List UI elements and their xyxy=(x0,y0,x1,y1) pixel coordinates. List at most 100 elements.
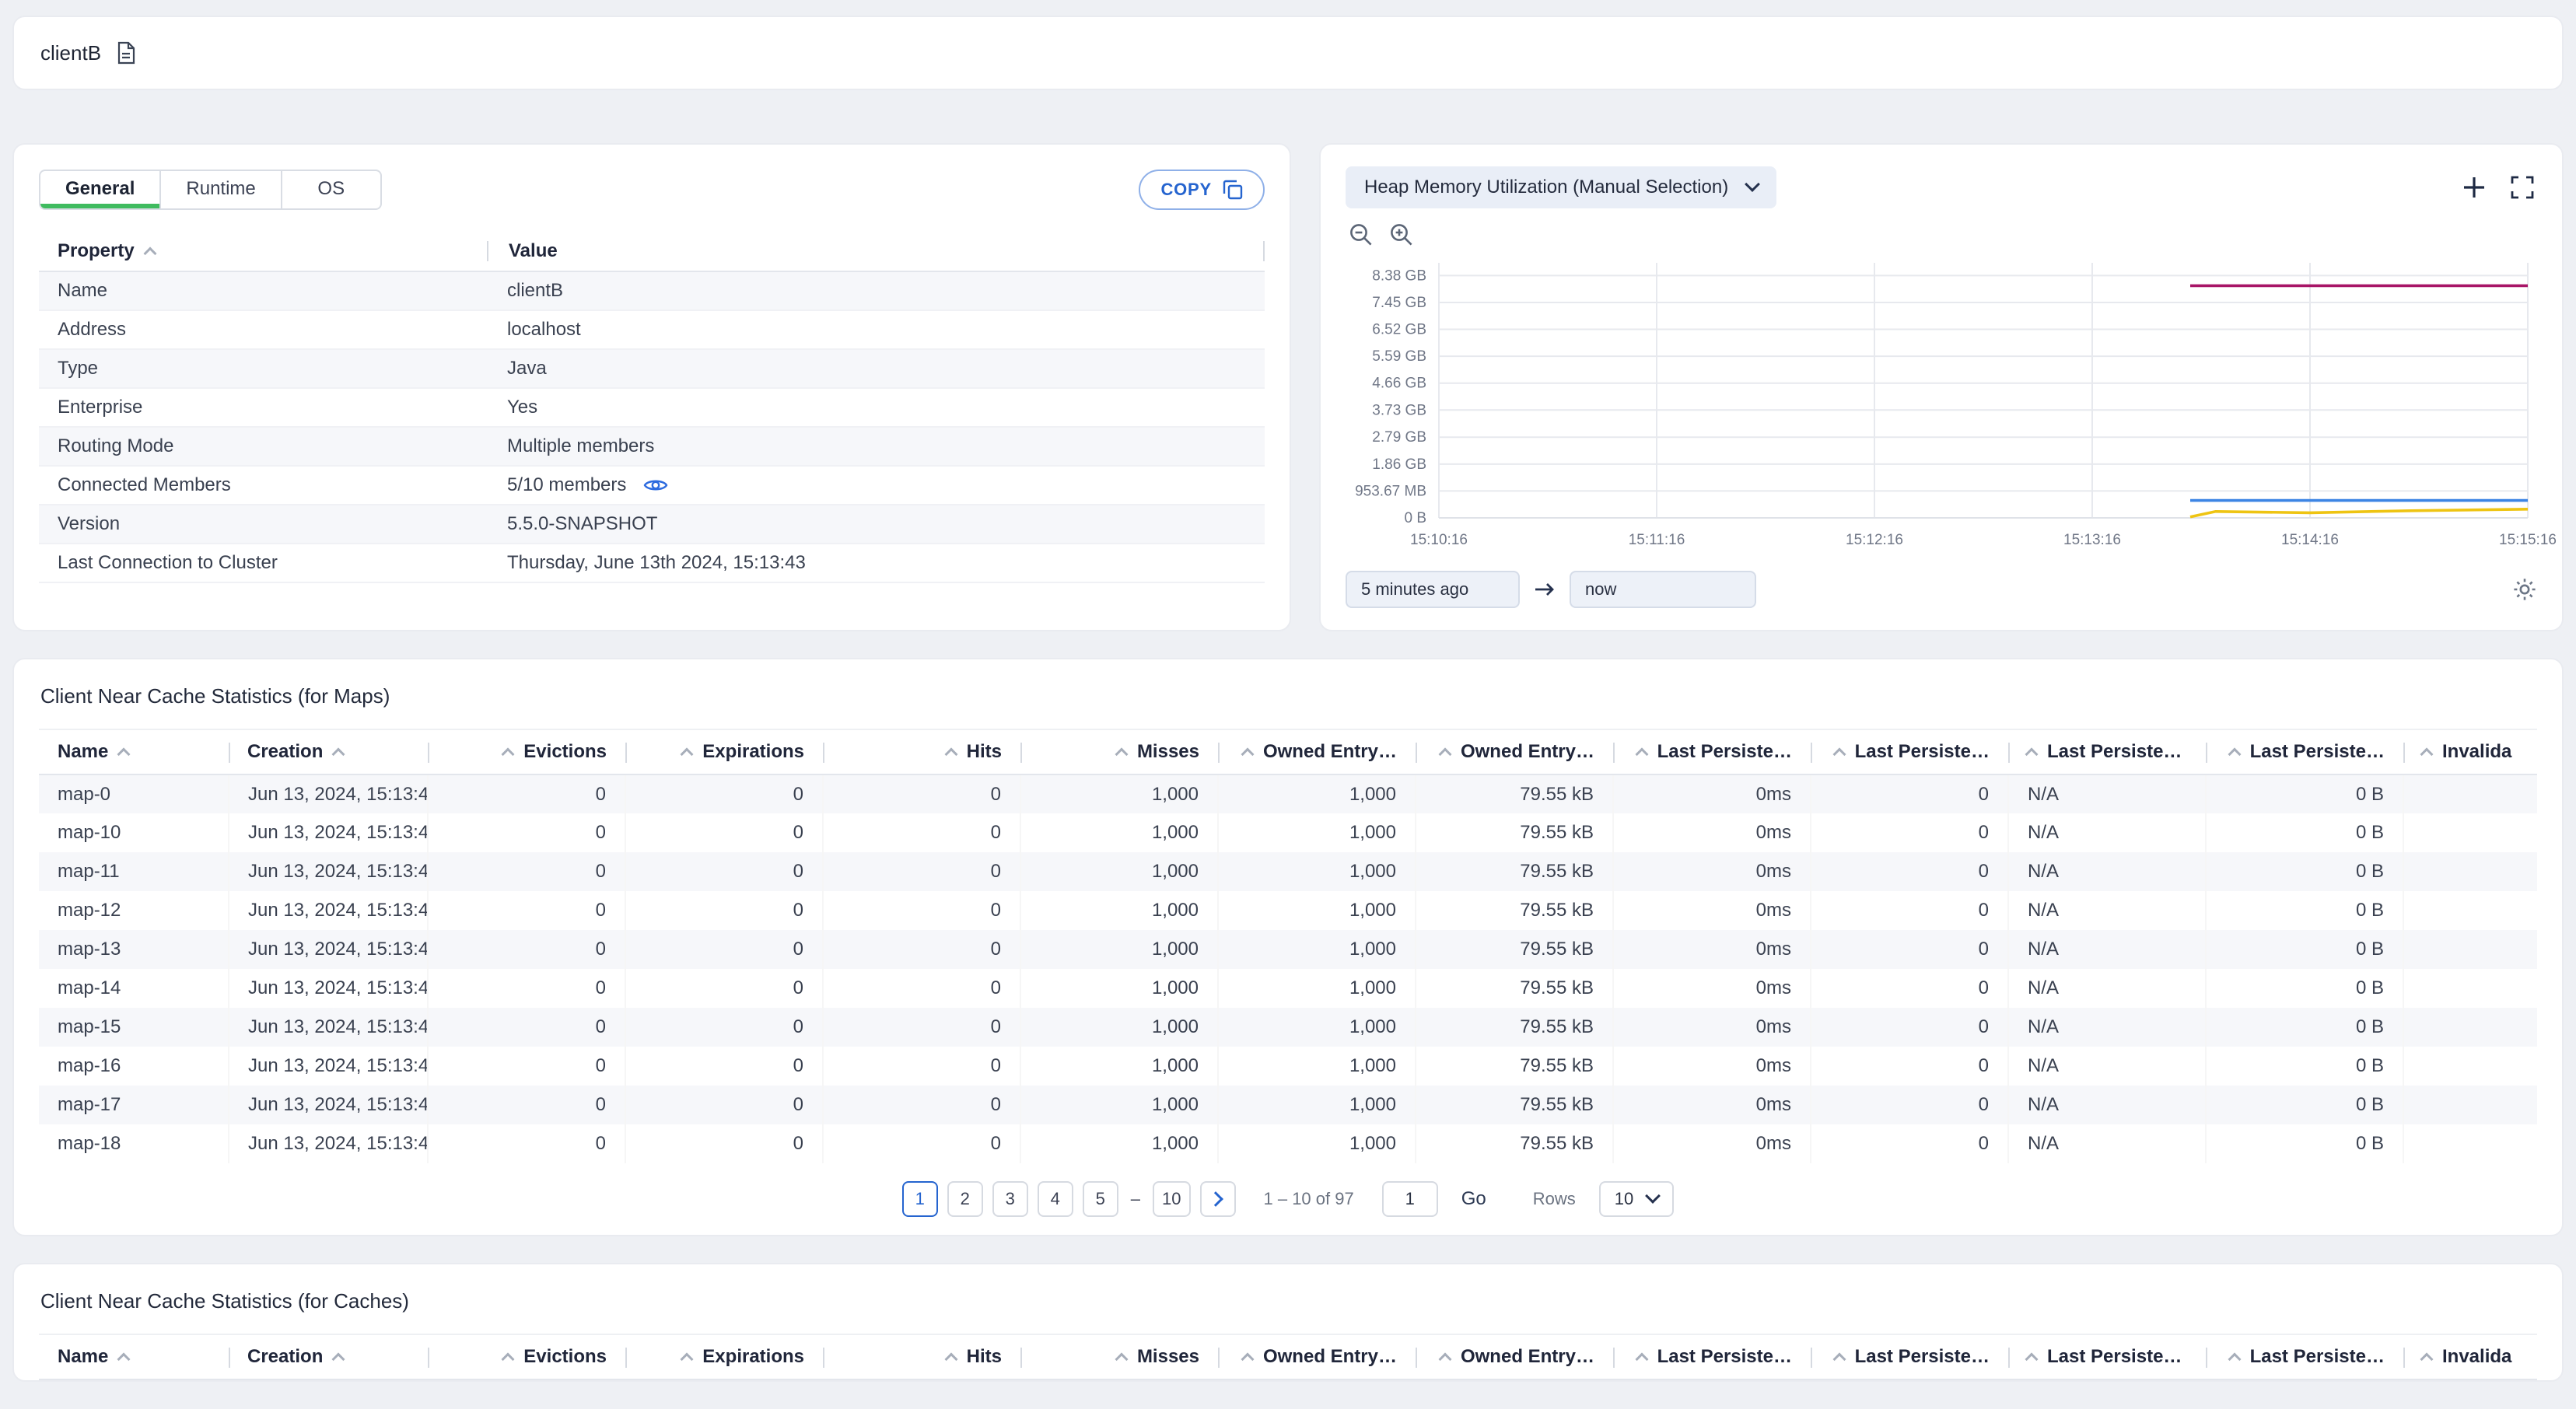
column-header[interactable]: Last Persiste… xyxy=(2206,1334,2403,1380)
table-cell: map-14 xyxy=(58,977,121,998)
table-cell: 0ms xyxy=(1613,891,1811,930)
time-to-input[interactable] xyxy=(1570,571,1756,608)
svg-text:6.52 GB: 6.52 GB xyxy=(1372,322,1426,338)
chart-settings-gear-icon[interactable] xyxy=(2512,577,2537,602)
page-button-10[interactable]: 10 xyxy=(1153,1181,1191,1217)
table-cell: 0 xyxy=(823,930,1020,969)
details-tab-group: General Runtime OS xyxy=(39,170,382,210)
value-column-header: Value xyxy=(488,240,1265,262)
fullscreen-icon[interactable] xyxy=(2511,176,2534,199)
view-connected-members-eye-icon[interactable] xyxy=(643,477,668,494)
svg-text:4.66 GB: 4.66 GB xyxy=(1372,376,1426,392)
column-header[interactable]: Expirations xyxy=(625,729,823,775)
column-header[interactable]: Creation xyxy=(229,1334,428,1380)
column-header[interactable]: Name xyxy=(39,1334,229,1380)
table-cell: 0 B xyxy=(2206,930,2403,969)
add-chart-icon[interactable] xyxy=(2462,176,2486,199)
svg-text:15:13:16: 15:13:16 xyxy=(2063,532,2121,548)
property-name: Type xyxy=(58,358,99,379)
column-header[interactable]: Last Persiste… xyxy=(2008,729,2206,775)
column-header[interactable]: Creation xyxy=(229,729,428,775)
tab-general[interactable]: General xyxy=(40,171,159,208)
table-cell: N/A xyxy=(2008,774,2206,813)
go-button[interactable]: Go xyxy=(1461,1188,1486,1210)
table-cell: 0 xyxy=(823,774,1020,813)
table-cell: 79.55 kB xyxy=(1416,891,1613,930)
column-header[interactable]: Owned Entry… xyxy=(1416,729,1613,775)
copy-button[interactable]: COPY xyxy=(1139,170,1265,210)
page-button-2[interactable]: 2 xyxy=(947,1181,983,1217)
column-header-label: Owned Entry… xyxy=(1460,1346,1594,1367)
page-button-1[interactable]: 1 xyxy=(901,1181,938,1217)
document-icon[interactable] xyxy=(115,41,137,65)
metric-select[interactable]: Heap Memory Utilization (Manual Selectio… xyxy=(1346,166,1777,208)
column-header[interactable]: Expirations xyxy=(625,1334,823,1380)
column-header[interactable]: Evictions xyxy=(428,729,625,775)
column-header[interactable]: Misses xyxy=(1020,729,1218,775)
column-header-label: Creation xyxy=(247,1346,324,1367)
tab-os[interactable]: OS xyxy=(280,171,380,208)
svg-text:3.73 GB: 3.73 GB xyxy=(1372,402,1426,418)
property-column-header[interactable]: Property xyxy=(39,240,487,262)
column-header-label: Last Persiste… xyxy=(1854,1346,1990,1367)
table-cell: 0ms xyxy=(1613,1008,1811,1047)
sort-caret-icon xyxy=(1832,747,1846,761)
table-cell: 0 xyxy=(1811,1008,2008,1047)
table-cell: N/A xyxy=(2008,852,2206,891)
property-name: Connected Members xyxy=(58,474,231,495)
column-header[interactable]: Last Persiste… xyxy=(1811,1334,2008,1380)
column-header[interactable]: Owned Entry… xyxy=(1218,729,1416,775)
column-header-label: Last Persiste… xyxy=(1657,1346,1792,1367)
table-cell: map-11 xyxy=(58,861,120,882)
column-header-label: Invalida xyxy=(2442,741,2512,762)
page-button-3[interactable]: 3 xyxy=(992,1181,1028,1217)
column-header[interactable]: Owned Entry… xyxy=(1416,1334,1613,1380)
svg-text:15:15:16: 15:15:16 xyxy=(2499,532,2557,548)
column-header[interactable]: Name xyxy=(39,729,229,775)
table-cell: 0 xyxy=(823,969,1020,1008)
time-from-input[interactable] xyxy=(1346,571,1520,608)
table-cell: 0 B xyxy=(2206,1086,2403,1124)
table-cell: 0 xyxy=(428,1008,625,1047)
rows-per-page-select[interactable]: 10 xyxy=(1598,1181,1675,1217)
sort-caret-icon xyxy=(331,747,345,761)
table-cell: 0ms xyxy=(1613,774,1811,813)
zoom-out-icon[interactable] xyxy=(1349,222,1374,247)
column-header[interactable]: Hits xyxy=(823,1334,1020,1380)
table-cell: Jun 13, 2024, 15:13:45 xyxy=(229,1008,428,1047)
property-table-body: Name clientB Address localhost Type Java Enter… xyxy=(39,272,1265,583)
sort-caret-icon xyxy=(944,747,958,761)
table-cell: 1,000 xyxy=(1218,969,1416,1008)
table-cell: 0 xyxy=(428,852,625,891)
column-header[interactable]: Last Persiste… xyxy=(2008,1334,2206,1380)
table-row: map-15 Jun 13, 2024, 15:13:45 0 0 0 1,000 1,00… xyxy=(39,1008,2537,1047)
table-row: map-14 Jun 13, 2024, 15:13:45 0 0 0 1,000 1,00… xyxy=(39,969,2537,1008)
tab-runtime[interactable]: Runtime xyxy=(159,171,280,208)
column-header[interactable]: Invalida xyxy=(2403,729,2537,775)
page-button-5[interactable]: 5 xyxy=(1082,1181,1118,1217)
column-header[interactable]: Evictions xyxy=(428,1334,625,1380)
table-cell: 1,000 xyxy=(1020,813,1218,852)
goto-page-input[interactable] xyxy=(1381,1181,1438,1217)
column-header[interactable]: Misses xyxy=(1020,1334,1218,1380)
next-page-button[interactable] xyxy=(1199,1181,1236,1217)
property-row: Connected Members 5/10 members xyxy=(39,467,1265,505)
column-header[interactable]: Last Persiste… xyxy=(1613,1334,1811,1380)
column-header[interactable]: Hits xyxy=(823,729,1020,775)
column-header-label: Misses xyxy=(1136,741,1199,762)
column-header[interactable]: Last Persiste… xyxy=(1613,729,1811,775)
column-header[interactable]: Last Persiste… xyxy=(2206,729,2403,775)
page-button-4[interactable]: 4 xyxy=(1037,1181,1073,1217)
property-name: Enterprise xyxy=(58,397,143,418)
column-header[interactable]: Invalida xyxy=(2403,1334,2537,1380)
table-cell: N/A xyxy=(2008,1086,2206,1124)
property-row: Version 5.5.0-SNAPSHOT xyxy=(39,505,1265,544)
column-divider[interactable] xyxy=(1263,241,1265,261)
property-row: Type Java xyxy=(39,350,1265,389)
sort-caret-icon xyxy=(2025,747,2039,761)
client-detail-page: clientB General Runtime OS COPY Property… xyxy=(0,0,2576,1409)
table-row: map-13 Jun 13, 2024, 15:13:45 0 0 0 1,000 1,00… xyxy=(39,930,2537,969)
column-header[interactable]: Owned Entry… xyxy=(1218,1334,1416,1380)
column-header[interactable]: Last Persiste… xyxy=(1811,729,2008,775)
zoom-in-icon[interactable] xyxy=(1389,222,1414,247)
